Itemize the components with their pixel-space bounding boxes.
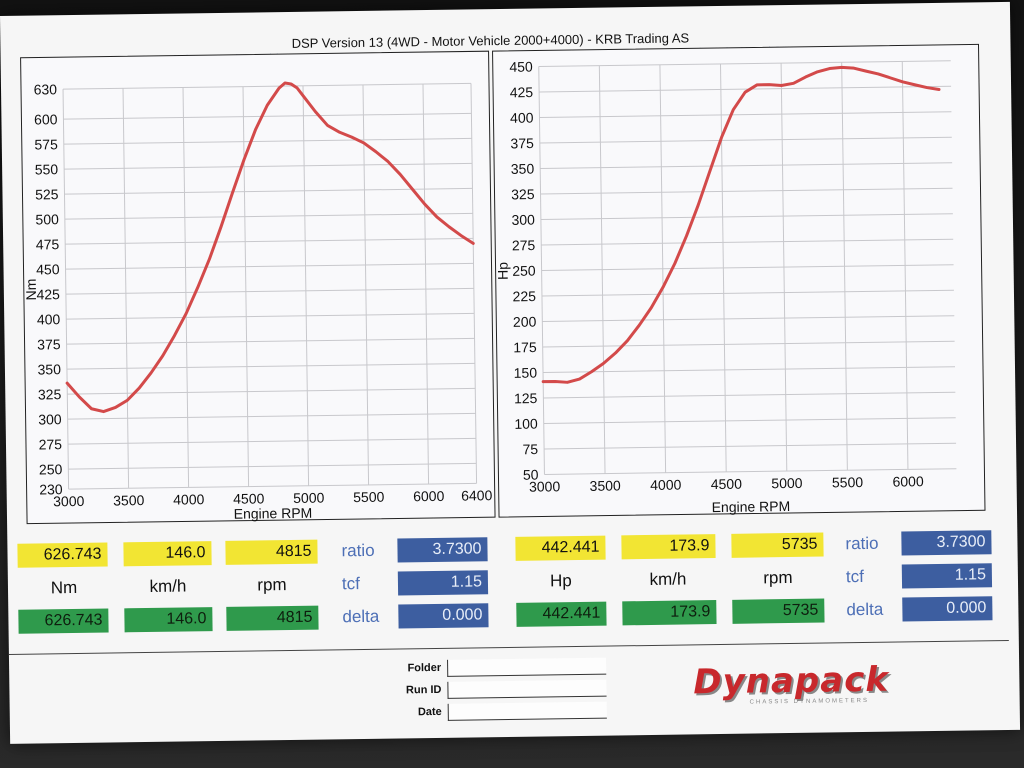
run-id-label: Run ID (405, 683, 442, 697)
power-rpm-delta-value: 5735 (732, 598, 825, 624)
power-value: 442.441 (515, 535, 606, 561)
power-tcf-value: 1.15 (901, 563, 993, 589)
rpm-value: 4815 (225, 539, 318, 565)
power-x-axis-label: Engine RPM (712, 498, 791, 515)
ratio-label: ratio (341, 540, 375, 561)
power-ratio-label: ratio (845, 533, 879, 554)
torque-y-tick-label: 425 (36, 286, 60, 302)
torque-y-tick-label: 400 (37, 311, 61, 327)
dynapack-logo: Dynapack (693, 659, 890, 703)
dyno-sheet: DSP Version 13 (4WD - Motor Vehicle 2000… (0, 1, 1021, 744)
footer-divider (8, 639, 1009, 655)
power-y-tick-label: 425 (510, 84, 534, 100)
power-ratio-value: 3.7300 (901, 530, 992, 556)
tcf-label: tcf (341, 574, 361, 594)
torque-y-tick-label: 500 (35, 211, 59, 227)
torque-y-tick-label: 275 (39, 436, 63, 452)
torque-y-tick-label: 475 (36, 236, 60, 252)
torque-y-tick-label: 350 (37, 361, 61, 377)
tcf-value: 1.15 (397, 570, 489, 596)
power-y-tick-label: 375 (510, 135, 534, 151)
torque-y-tick-label: 230 (39, 481, 63, 497)
photo-background: DSP Version 13 (4WD - Motor Vehicle 2000… (0, 0, 1024, 768)
ratio-value: 3.7300 (397, 537, 488, 563)
power-x-tick-label: 4000 (650, 477, 682, 493)
torque-y-tick-label: 630 (34, 81, 58, 97)
torque-x-tick-label: 4000 (173, 491, 205, 507)
power-y-tick-label: 225 (512, 288, 536, 304)
torque-y-axis-label: Nm (23, 279, 39, 301)
power-y-tick-label: 400 (510, 110, 534, 126)
dynapack-tagline: CHASSIS DYNAMOMETERS (749, 697, 870, 706)
power-y-tick-label: 175 (513, 339, 537, 355)
power-speed-unit: km/h (649, 569, 687, 589)
speed-value: 146.0 (123, 541, 212, 567)
torque-value: 626.743 (17, 542, 108, 568)
power-y-axis-label: Hp (494, 262, 510, 280)
torque-x-tick-label: 3500 (113, 492, 145, 508)
torque-y-tick-label: 550 (35, 161, 59, 177)
power-y-tick-label: 75 (522, 441, 538, 457)
power-speed-delta-value: 173.9 (622, 600, 717, 626)
power-x-tick-label: 3500 (590, 477, 622, 493)
torque-y-tick-label: 250 (39, 461, 63, 477)
power-y-tick-label: 250 (512, 263, 536, 279)
torque-delta-value: 626.743 (18, 608, 109, 634)
power-y-tick-label: 125 (514, 390, 538, 406)
dyno-charts: 3000 3500 4000 4500 5000 5500 6000 640023025027… (20, 43, 986, 525)
power-x-tick-label: 5500 (832, 474, 864, 490)
torque-x-tick-label: 6000 (413, 488, 445, 504)
torque-unit: Nm (50, 577, 78, 598)
torque-x-axis-label: Engine RPM (234, 505, 313, 522)
power-unit: Hp (549, 571, 572, 591)
torque-y-tick-label: 325 (38, 386, 62, 402)
torque-x-tick-label: 6400 (461, 487, 493, 503)
power-y-tick-label: 450 (509, 59, 533, 75)
power-tcf-label: tcf (845, 566, 864, 587)
run-id-field[interactable] (447, 679, 607, 699)
power-y-tick-label: 50 (523, 467, 539, 483)
torque-y-tick-label: 300 (38, 411, 62, 427)
power-delta-label: delta (846, 599, 884, 620)
power-y-tick-label: 350 (511, 161, 535, 177)
folder-field[interactable] (447, 657, 607, 677)
folder-label: Folder (407, 661, 442, 675)
power-y-tick-label: 150 (514, 365, 538, 381)
torque-y-tick-label: 450 (36, 261, 60, 277)
torque-y-tick-label: 575 (34, 136, 58, 152)
date-label: Date (417, 705, 442, 719)
rpm-delta-value: 4815 (226, 605, 319, 631)
rpm-unit: rpm (257, 575, 287, 595)
power-delta-param-value: 0.000 (902, 596, 993, 622)
power-y-tick-label: 200 (513, 314, 537, 330)
torque-y-tick-label: 375 (37, 336, 61, 352)
speed-unit: km/h (149, 576, 187, 596)
date-field[interactable] (447, 701, 607, 721)
power-rpm-unit: rpm (763, 567, 793, 588)
torque-y-tick-label: 525 (35, 186, 59, 202)
torque-x-tick-label: 5500 (353, 489, 385, 505)
power-y-tick-label: 275 (512, 237, 536, 253)
power-x-tick-label: 4500 (711, 476, 743, 492)
power-y-tick-label: 300 (511, 212, 535, 228)
power-speed-value: 173.9 (621, 534, 716, 560)
torque-y-tick-label: 600 (34, 111, 58, 127)
delta-label: delta (342, 606, 380, 627)
speed-delta-value: 146.0 (124, 607, 213, 633)
power-x-tick-label: 5000 (771, 475, 803, 491)
power-y-tick-label: 100 (514, 416, 538, 432)
torque-x-tick-label: 4500 (233, 490, 265, 506)
delta-value: 0.000 (398, 603, 489, 629)
power-x-tick-label: 6000 (892, 473, 924, 489)
power-delta-value: 442.441 (516, 601, 607, 627)
power-y-tick-label: 325 (511, 186, 535, 202)
power-rpm-value: 5735 (731, 532, 824, 558)
torque-x-tick-label: 5000 (293, 490, 325, 506)
